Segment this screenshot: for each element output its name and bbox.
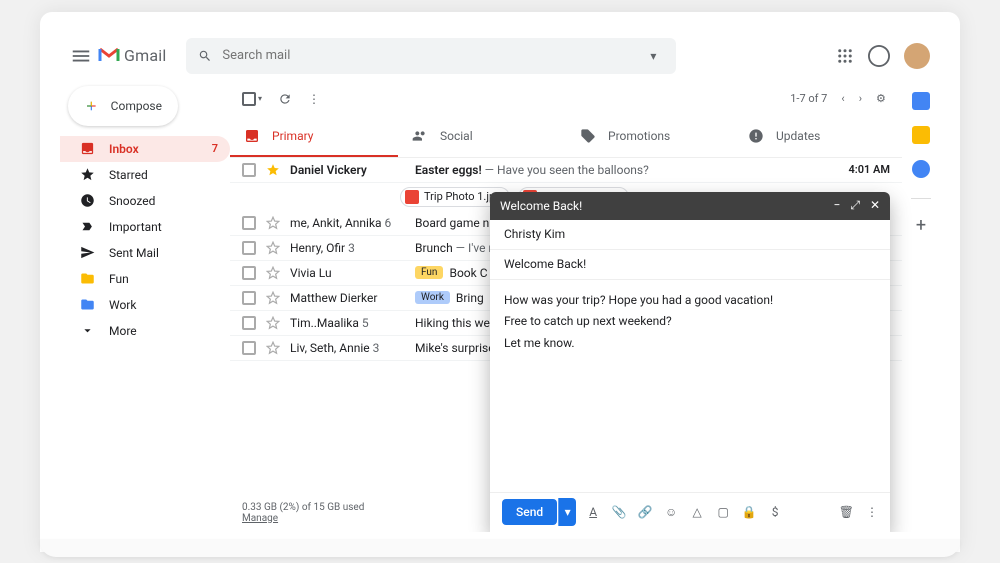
link-icon[interactable]: 🔗 [638,505,652,519]
gmail-m-icon [98,44,120,68]
fun-icon [80,271,95,286]
star-icon[interactable] [266,241,280,255]
star-icon [80,167,95,182]
tab-social[interactable]: Social [398,118,566,157]
sidebar-item-fun[interactable]: Fun [60,266,230,292]
tab-primary[interactable]: Primary [230,118,398,157]
tab-updates[interactable]: Updates [734,118,902,157]
more-icon[interactable]: ⋮ [308,92,322,106]
compose-body[interactable]: How was your trip? Hope you had a good v… [490,280,890,492]
compose-label: Compose [111,99,162,113]
close-icon[interactable]: ✕ [870,198,880,213]
lock-icon[interactable]: 🔒 [742,505,756,519]
send-options-icon[interactable]: ▾ [558,498,576,526]
sender: Tim..Maalika 5 [290,316,405,330]
search-bar[interactable]: ▾ [186,38,676,74]
email-checkbox[interactable] [242,216,256,230]
sender: Liv, Seth, Annie 3 [290,341,405,355]
format-icon[interactable]: A [586,505,600,519]
menu-icon[interactable] [70,45,92,67]
gmail-logo[interactable]: Gmail [98,44,166,68]
money-icon[interactable]: $ [768,505,782,519]
notifications-icon[interactable] [868,45,890,67]
expand-icon[interactable]: ⤢ [850,198,860,213]
account-avatar[interactable] [904,43,930,69]
tasks-icon[interactable] [912,160,930,178]
search-icon [198,49,212,63]
subject-field[interactable]: Welcome Back! [490,250,890,280]
star-icon[interactable] [266,216,280,230]
send-icon [80,245,95,260]
sender: Henry, Ofir 3 [290,241,405,255]
sidebar-item-work[interactable]: Work [60,292,230,318]
inbox-icon [80,141,95,156]
star-icon[interactable] [266,316,280,330]
search-input[interactable] [222,48,640,63]
sidebar-item-sent-mail[interactable]: Sent Mail [60,240,230,266]
emoji-icon[interactable]: ☺ [664,505,678,519]
dialog-title: Welcome Back! [500,199,582,213]
trash-icon[interactable]: 🗑 [839,505,854,519]
select-all-checkbox[interactable]: ▾ [242,92,262,106]
dialog-header[interactable]: Welcome Back! − ⤢ ✕ [490,192,890,220]
sender: Matthew Dierker [290,291,405,305]
star-icon[interactable] [266,163,280,177]
star-icon[interactable] [266,291,280,305]
label-tag: Work [415,291,450,304]
email-row[interactable]: Daniel VickeryEaster eggs! — Have you se… [230,158,902,183]
more-options-icon[interactable]: ⋮ [866,505,878,519]
image-icon [405,190,419,204]
email-checkbox[interactable] [242,266,256,280]
email-checkbox[interactable] [242,316,256,330]
refresh-icon[interactable] [278,92,292,106]
email-checkbox[interactable] [242,163,256,177]
apps-icon[interactable] [836,47,854,65]
tab-promotions[interactable]: Promotions [566,118,734,157]
plus-icon [84,96,99,116]
compose-dialog: Welcome Back! − ⤢ ✕ Christy Kim Welcome … [490,192,890,532]
category-tabs: PrimarySocialPromotionsUpdates [230,118,902,158]
dropdown-icon[interactable]: ▾ [650,49,664,63]
sidebar-item-more[interactable]: More [60,318,230,344]
toolbar: ▾ ⋮ 1-7 of 7 ‹ › ⚙ [230,80,902,118]
sender: me, Ankit, Annika 6 [290,216,405,230]
prev-icon[interactable]: ‹ [841,92,844,105]
email-checkbox[interactable] [242,341,256,355]
settings-icon[interactable]: ⚙ [876,92,890,106]
date: 4:01 AM [844,163,890,176]
sidebar-item-inbox[interactable]: Inbox7 [60,136,230,162]
compose-button[interactable]: Compose [68,86,178,126]
manage-storage-link[interactable]: Manage [242,513,278,524]
email-checkbox[interactable] [242,241,256,255]
more-icon [80,323,95,338]
sidebar-item-important[interactable]: Important [60,214,230,240]
star-icon[interactable] [266,266,280,280]
page-count: 1-7 of 7 [790,92,827,105]
sidebar-item-starred[interactable]: Starred [60,162,230,188]
attach-icon[interactable]: 📎 [612,505,626,519]
important-icon [80,219,95,234]
work-icon [80,297,95,312]
calendar-icon[interactable] [912,92,930,110]
sidebar: Compose Inbox7StarredSnoozedImportantSen… [60,80,230,532]
sender: Daniel Vickery [290,163,405,177]
app-name: Gmail [124,46,166,65]
side-panel: + [902,80,940,532]
drive-icon[interactable]: △ [690,505,704,519]
star-icon[interactable] [266,341,280,355]
next-icon[interactable]: › [859,92,862,105]
email-checkbox[interactable] [242,291,256,305]
sender: Vivia Lu [290,266,405,280]
to-field[interactable]: Christy Kim [490,220,890,250]
keep-icon[interactable] [912,126,930,144]
compose-toolbar: Send ▾ A 📎 🔗 ☺ △ ▢ 🔒 $ 🗑 ⋮ [490,492,890,532]
clock-icon [80,193,95,208]
header: Gmail ▾ [60,32,940,80]
photo-icon[interactable]: ▢ [716,505,730,519]
label-tag: Fun [415,266,443,279]
send-button[interactable]: Send [502,499,557,525]
add-addon-icon[interactable]: + [916,215,926,236]
sidebar-item-snoozed[interactable]: Snoozed [60,188,230,214]
minimize-icon[interactable]: − [833,198,840,213]
